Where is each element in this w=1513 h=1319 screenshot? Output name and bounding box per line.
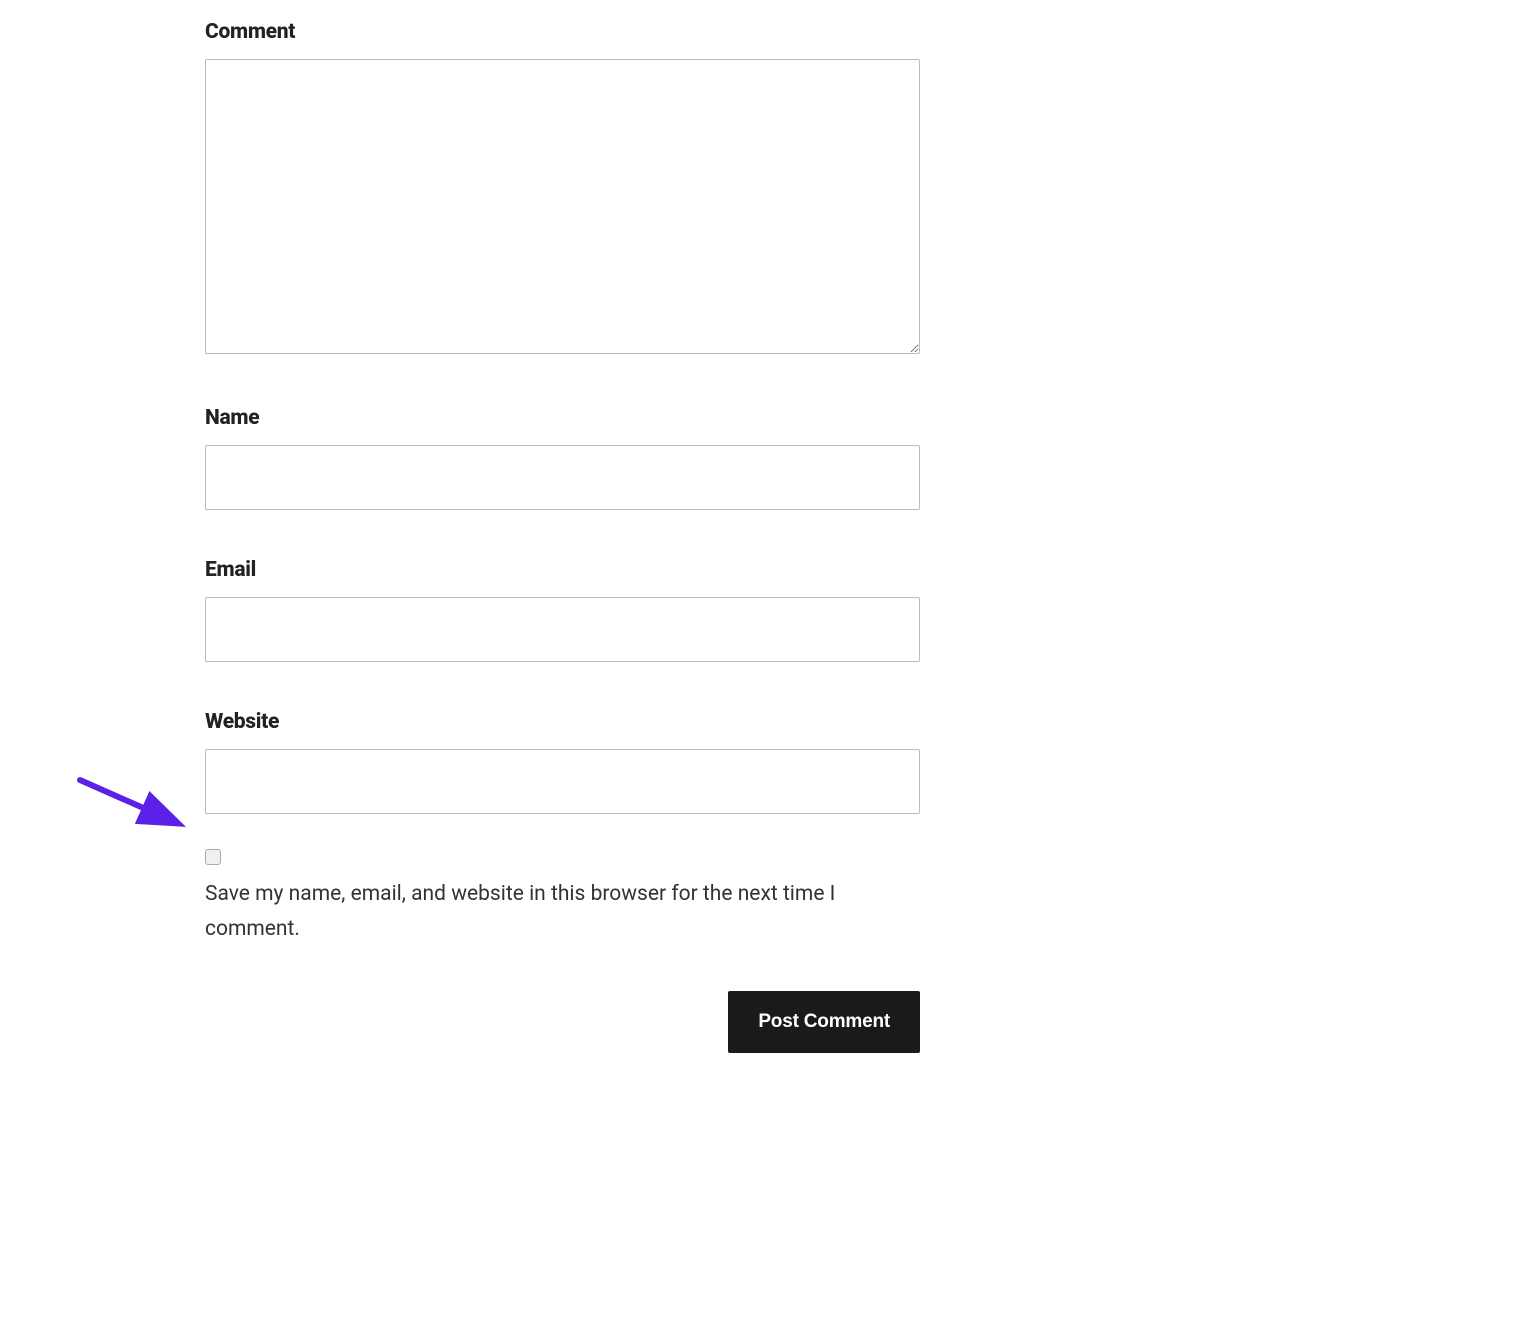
name-input[interactable]: [205, 445, 920, 510]
arrow-annotation-icon: [70, 770, 200, 840]
name-label: Name: [205, 406, 920, 430]
website-label: Website: [205, 710, 920, 734]
name-field-group: Name: [205, 406, 920, 510]
email-input[interactable]: [205, 597, 920, 662]
comment-field-group: Comment: [205, 20, 920, 358]
comment-label: Comment: [205, 20, 920, 44]
email-label: Email: [205, 558, 920, 582]
comment-form: Comment Name Email Website Save my name,…: [205, 20, 920, 1053]
email-field-group: Email: [205, 558, 920, 662]
website-input[interactable]: [205, 749, 920, 814]
save-info-wrapper: Save my name, email, and website in this…: [205, 849, 920, 946]
post-comment-button[interactable]: Post Comment: [728, 991, 920, 1053]
website-field-group: Website: [205, 710, 920, 814]
comment-textarea[interactable]: [205, 59, 920, 354]
save-info-label: Save my name, email, and website in this…: [205, 877, 920, 946]
save-info-checkbox[interactable]: [205, 849, 221, 865]
